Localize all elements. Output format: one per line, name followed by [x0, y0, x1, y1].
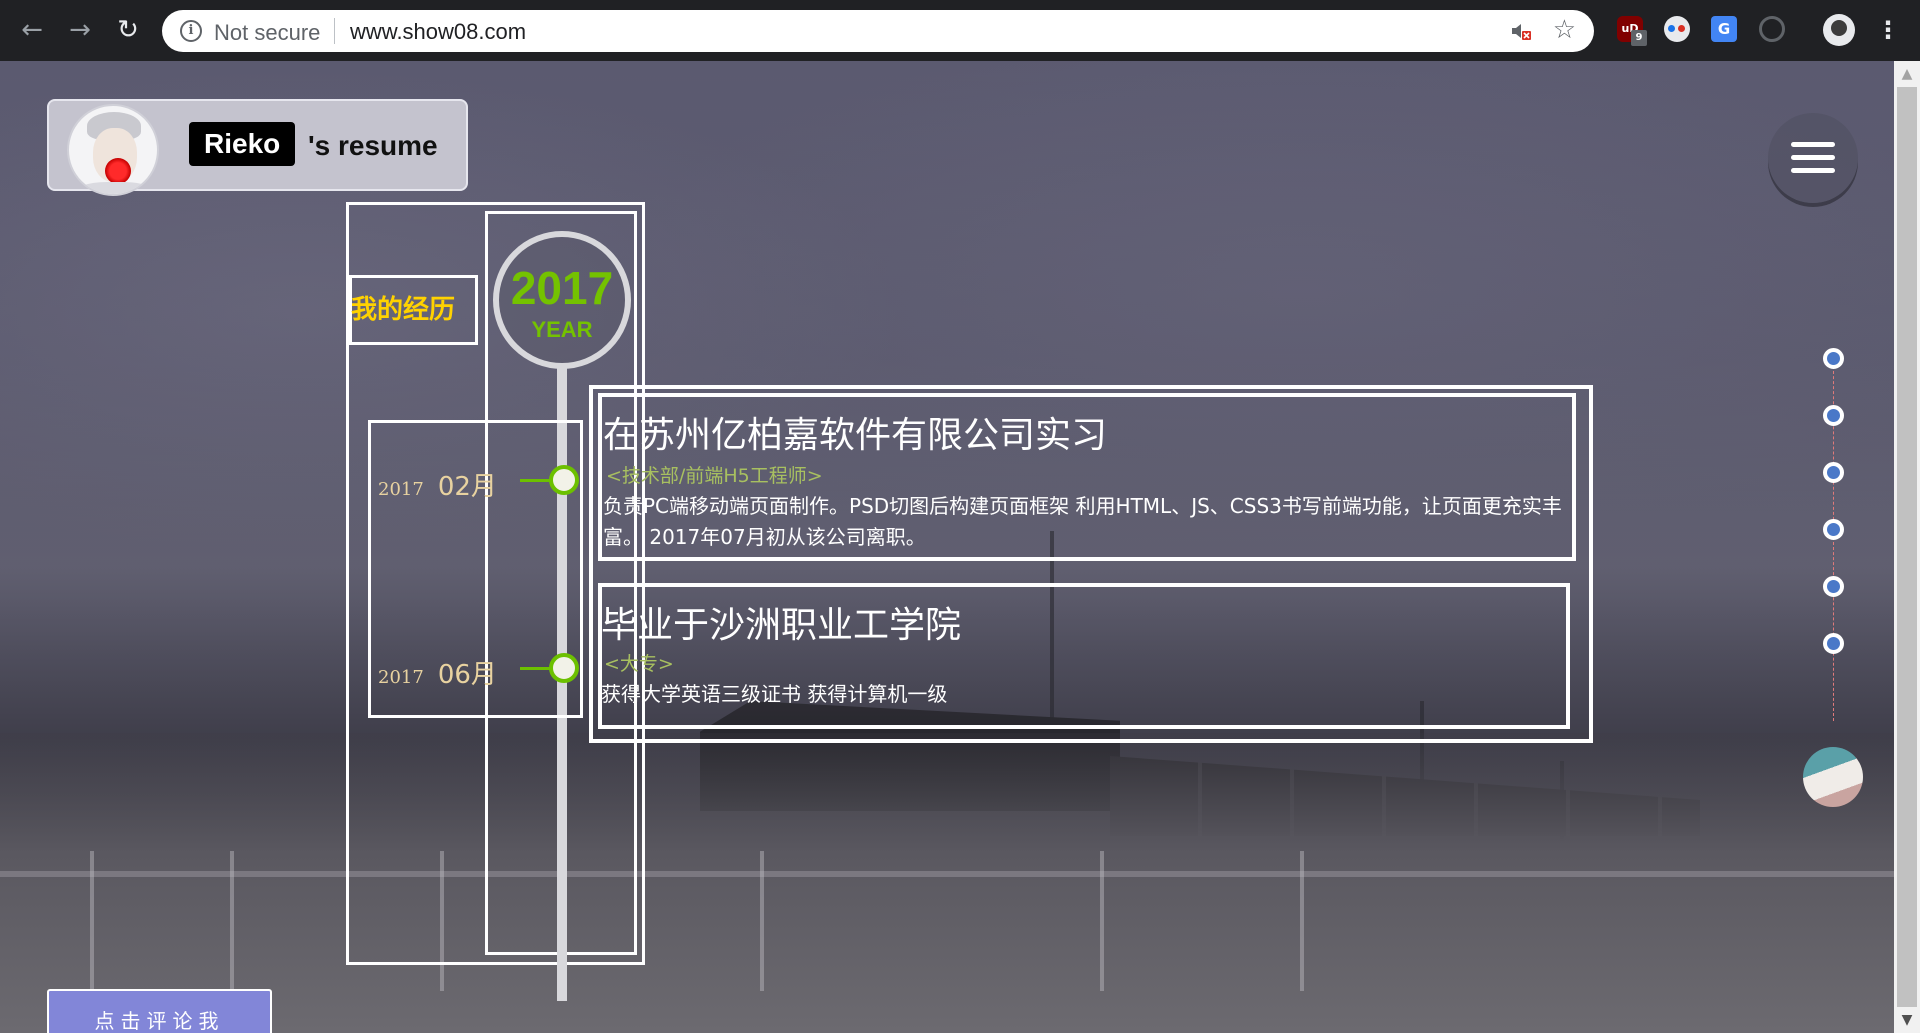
- side-nav-dot-2[interactable]: [1823, 405, 1844, 426]
- experience-description: 获得大学英语三级证书 获得计算机一级: [601, 682, 948, 706]
- fence-post: [1100, 851, 1104, 991]
- fence-post: [230, 851, 234, 991]
- year-number: 2017: [510, 262, 614, 314]
- resume-suffix: 's resume: [308, 130, 438, 161]
- info-icon[interactable]: i: [180, 20, 202, 42]
- address-separator: [334, 18, 335, 44]
- comment-button[interactable]: 点击评论我: [47, 989, 272, 1033]
- side-nav-dot-1[interactable]: [1823, 348, 1844, 369]
- timeline-title: 我的经历: [351, 295, 456, 325]
- timeline-date-month: 06月: [437, 660, 497, 690]
- address-bar[interactable]: i Not secure www.show08.com ☆: [162, 10, 1594, 52]
- owner-name: Rieko: [189, 122, 296, 166]
- experience-description: 负责PC端移动端页面制作。PSD切图后构建页面框架 利用HTML、JS、CSS3…: [603, 494, 1562, 549]
- translate-label: G: [1717, 20, 1731, 38]
- experience-title: 毕业于沙洲职业工学院: [601, 605, 962, 646]
- forward-arrow-icon[interactable]: →: [62, 12, 98, 48]
- side-nav-dot-3[interactable]: [1823, 462, 1844, 483]
- back-arrow-icon[interactable]: ←: [14, 12, 50, 48]
- year-label: YEAR: [531, 317, 593, 342]
- fence-rail: [0, 871, 1894, 877]
- timeline-node-1[interactable]: [549, 465, 579, 495]
- page-scrollbar[interactable]: ▲ ▼: [1894, 61, 1920, 1033]
- fence-post: [1300, 851, 1304, 991]
- browser-menu-icon[interactable]: ⋮: [1876, 14, 1900, 46]
- timeline-date-2: 2017 06月: [378, 654, 497, 691]
- music-disc-icon[interactable]: [1803, 747, 1863, 807]
- hamburger-menu-icon[interactable]: [1768, 113, 1858, 203]
- resume-header-card: Rieko 's resume: [47, 99, 468, 196]
- bookmark-star-icon[interactable]: ☆: [1553, 15, 1576, 45]
- experience-role: <大专>: [604, 653, 674, 675]
- timeline-date-month: 02月: [437, 472, 497, 502]
- profile-avatar-icon[interactable]: [1823, 14, 1855, 46]
- scrollbar-thumb[interactable]: [1897, 87, 1917, 1007]
- scroll-down-arrow-icon[interactable]: ▼: [1894, 1007, 1920, 1033]
- timeline-date-year: 2017: [378, 667, 424, 688]
- avatar[interactable]: [67, 104, 159, 196]
- scroll-up-arrow-icon[interactable]: ▲: [1894, 61, 1920, 87]
- fence-post: [760, 851, 764, 991]
- fence-post: [90, 851, 94, 991]
- year-badge[interactable]: 2017 YEAR: [493, 231, 631, 369]
- avatar-flower: [105, 158, 131, 184]
- url-text[interactable]: www.show08.com: [350, 19, 526, 45]
- side-nav-dot-4[interactable]: [1823, 519, 1844, 540]
- side-nav-dot-5[interactable]: [1823, 576, 1844, 597]
- experience-title: 在苏州亿柏嘉软件有限公司实习: [603, 415, 1108, 456]
- timeline-date-year: 2017: [378, 479, 424, 500]
- avatar-shirt: [73, 182, 157, 194]
- google-translate-icon[interactable]: G: [1711, 16, 1737, 42]
- browser-toolbar: ← → ↻ i Not secure www.show08.com ☆ uD 9…: [0, 0, 1920, 61]
- ublock-extension-icon[interactable]: uD 9: [1617, 16, 1647, 46]
- sync-extension-icon[interactable]: [1759, 16, 1785, 42]
- reload-icon[interactable]: ↻: [110, 12, 146, 48]
- muted-tab-icon[interactable]: [1510, 21, 1532, 41]
- experience-role: <技术部/前端H5工程师>: [606, 465, 823, 487]
- timeline-node-2[interactable]: [549, 653, 579, 683]
- security-label[interactable]: Not secure: [214, 20, 320, 46]
- timeline-date-1: 2017 02月: [378, 466, 497, 503]
- ground-field: [0, 733, 1894, 1033]
- side-nav-dot-6[interactable]: [1823, 633, 1844, 654]
- page-background: Rieko 's resume 我的经历 2017 YEAR 2017 02月 2…: [0, 61, 1894, 1033]
- eye-extension-icon[interactable]: [1664, 16, 1690, 42]
- ublock-count-badge: 9: [1631, 30, 1647, 46]
